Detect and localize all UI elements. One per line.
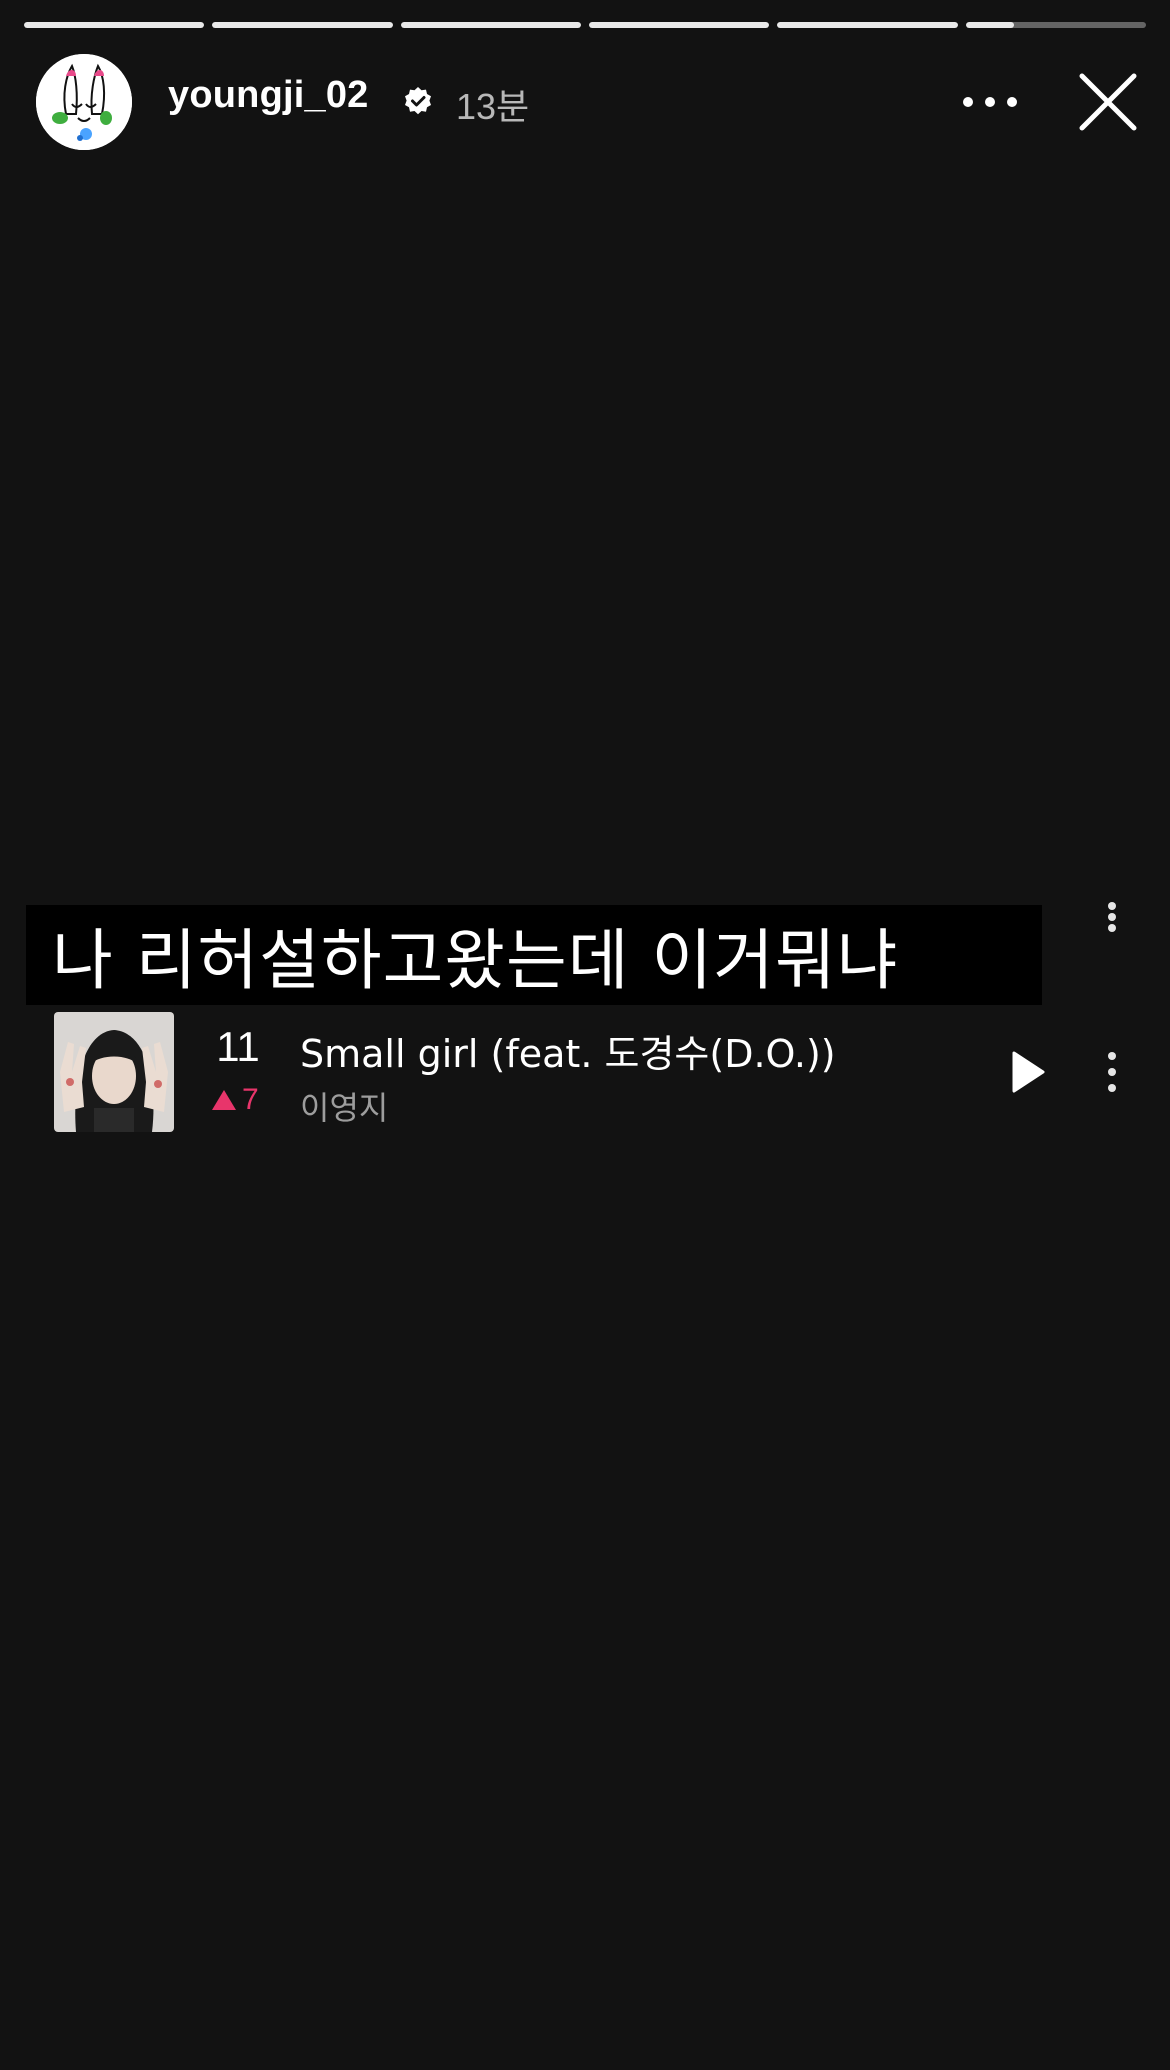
song-title[interactable]: Small girl (feat. 도경수(D.O.)) (300, 1023, 836, 1078)
story-progress-segment (400, 22, 581, 28)
avatar-illustration (36, 54, 132, 150)
story-progress-segment (965, 22, 1146, 28)
story-progress-segment (24, 22, 205, 28)
caption-text: 나 리허설하고왔는데 이거뭐냐 (52, 922, 899, 999)
album-cover-image (54, 1012, 174, 1132)
story-view[interactable]: youngji_02 13분 나 리허설하고왔는데 이거뭐냐 11 7 Smal… (0, 0, 1170, 2070)
story-progress-segment (588, 22, 770, 28)
username[interactable]: youngji_02 (168, 74, 369, 117)
rank-change-value: 7 (242, 1083, 259, 1116)
song-artist[interactable]: 이영지 (300, 1083, 388, 1129)
verified-badge-icon (402, 86, 434, 118)
rank-change: 7 (212, 1083, 259, 1117)
play-icon[interactable] (1010, 1050, 1046, 1094)
more-horizontal-icon[interactable] (960, 82, 1020, 122)
post-time: 13분 (456, 86, 530, 127)
story-progress-bar (24, 22, 1146, 28)
arrow-up-icon (212, 1090, 236, 1110)
close-icon[interactable] (1076, 70, 1140, 134)
more-vertical-icon[interactable] (1098, 900, 1126, 940)
album-cover[interactable] (54, 1012, 174, 1132)
story-progress-segment (212, 22, 393, 28)
chart-rank: 11 (216, 1023, 260, 1070)
profile-avatar[interactable] (36, 54, 132, 150)
more-vertical-icon[interactable] (1098, 1050, 1126, 1094)
story-caption: 나 리허설하고왔는데 이거뭐냐 (26, 905, 1042, 1005)
story-progress-segment (777, 22, 958, 28)
